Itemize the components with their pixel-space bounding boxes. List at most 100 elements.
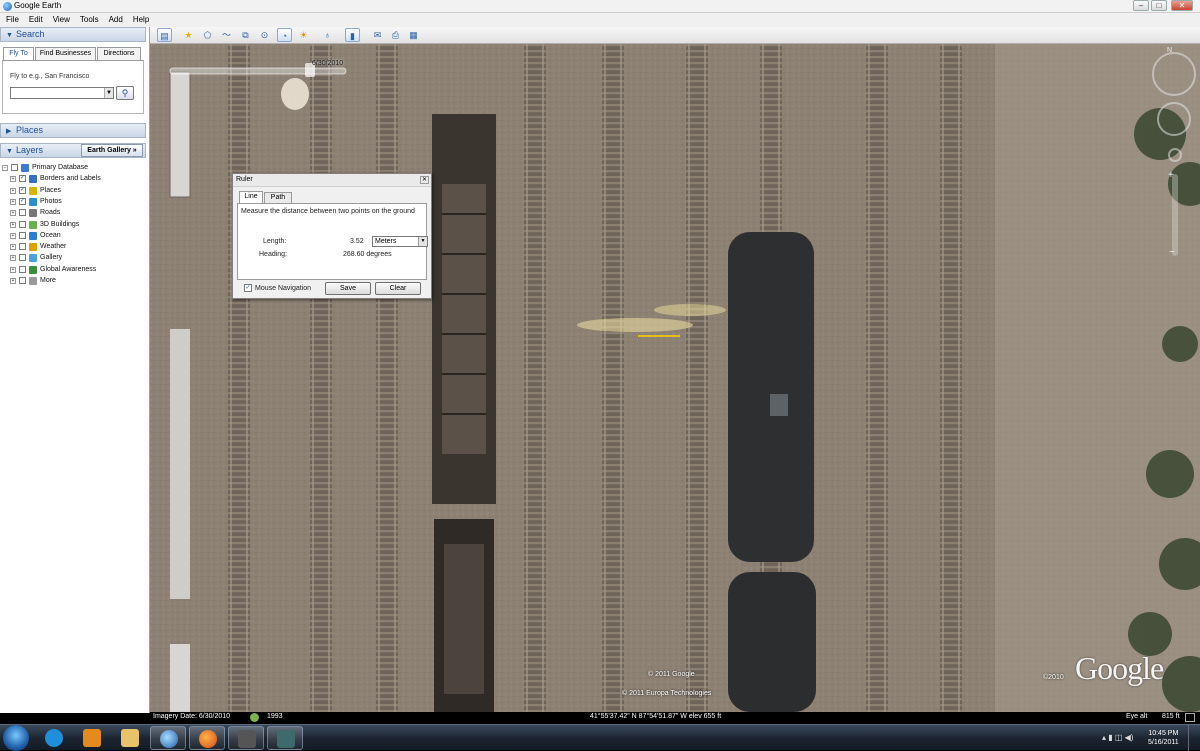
zoom-out-icon[interactable]: − (1169, 247, 1175, 258)
menu-edit[interactable]: Edit (23, 13, 47, 24)
eye-alt-value: 815 ft (1162, 713, 1180, 720)
street-view-pegman-icon[interactable] (1168, 148, 1182, 162)
game-app-icon[interactable] (267, 726, 303, 750)
zoom-in-icon[interactable]: + (1168, 170, 1174, 181)
expand-icon[interactable]: + (10, 187, 16, 194)
layer-label: 3D Buildings (40, 220, 80, 228)
expand-icon[interactable]: + (10, 255, 16, 262)
ruler-instruction: Measure the distance between two points … (241, 208, 415, 215)
menu-view[interactable]: View (47, 13, 74, 24)
tab-directions[interactable]: Directions (97, 47, 141, 60)
layer-checkbox[interactable] (19, 277, 26, 284)
expand-arrow-icon: ▶ (6, 128, 12, 135)
streaming-indicator-icon (1185, 713, 1195, 722)
print-icon[interactable]: ⎙ (388, 28, 403, 42)
file-explorer-icon[interactable] (112, 726, 148, 750)
expand-icon[interactable]: + (10, 232, 16, 239)
minimize-button[interactable]: – (1133, 0, 1149, 11)
sidebar-icon[interactable]: ▤ (157, 28, 172, 42)
start-orb[interactable] (3, 725, 29, 751)
expand-icon[interactable]: + (10, 278, 16, 284)
layer-checkbox[interactable]: ✓ (19, 175, 26, 183)
menu-tools[interactable]: Tools (74, 13, 103, 24)
expand-icon[interactable]: + (10, 198, 16, 205)
planets-icon[interactable]: ♁ (320, 28, 335, 42)
sidebar: ▼ Search Fly To Find Businesses Direction… (0, 27, 150, 713)
ocean-icon (29, 231, 37, 240)
move-joystick[interactable] (1157, 102, 1191, 136)
polygon-icon[interactable]: ⬠ (200, 28, 215, 42)
menu-file[interactable]: File (0, 13, 23, 24)
historical-imagery-icon[interactable] (250, 713, 259, 722)
layer-checkbox[interactable] (19, 231, 26, 239)
look-joystick[interactable] (1152, 52, 1196, 96)
record-tour-icon[interactable]: ⊙ (257, 28, 272, 42)
save-button[interactable]: Save (325, 282, 371, 295)
flag-icon (29, 175, 37, 184)
copyright-google: © 2011 Google (648, 671, 695, 678)
layer-checkbox[interactable]: ✓ (19, 186, 26, 194)
google-logo: Google (1075, 650, 1164, 686)
show-desktop-button[interactable] (1188, 725, 1200, 751)
layer-checkbox[interactable] (19, 265, 26, 273)
unit-select[interactable]: Meters ▼ (372, 236, 428, 247)
firefox-icon[interactable] (189, 726, 225, 750)
search-button[interactable]: ⚲ (116, 86, 134, 100)
internet-explorer-icon[interactable] (36, 726, 72, 750)
close-icon[interactable]: ✕ (420, 176, 429, 184)
camera-app-icon[interactable] (228, 726, 264, 750)
menu-add[interactable]: Add (103, 13, 127, 24)
layer-label: Ocean (40, 231, 61, 239)
chevron-down-icon[interactable]: ▼ (104, 88, 113, 98)
search-panel-header[interactable]: ▼ Search (0, 27, 146, 42)
fly-to-input[interactable] (10, 87, 114, 99)
satellite-imagery (150, 44, 1200, 712)
expand-icon[interactable]: + (10, 244, 16, 251)
collapse-icon[interactable]: − (2, 165, 8, 171)
places-icon (29, 186, 37, 195)
path-icon[interactable]: 〜 (219, 28, 234, 42)
layer-checkbox[interactable] (19, 254, 26, 262)
layer-checkbox[interactable] (19, 220, 26, 228)
view-in-maps-icon[interactable]: ▦ (406, 28, 421, 42)
layer-checkbox[interactable]: ✓ (19, 197, 26, 205)
tray-icons[interactable]: ▴ ▮ ◫ ◀) (1102, 733, 1133, 742)
layer-checkbox[interactable] (19, 243, 26, 251)
search-icon: ⚲ (121, 88, 129, 98)
layer-label: Roads (40, 209, 61, 217)
historical-imagery-icon[interactable]: ◔ (277, 28, 292, 42)
layer-label: Places (40, 186, 62, 194)
expand-icon[interactable]: + (10, 176, 16, 183)
expand-icon[interactable]: + (10, 210, 16, 217)
email-icon[interactable]: ✉ (370, 28, 385, 42)
expand-icon[interactable]: + (10, 221, 16, 228)
places-panel-header[interactable]: ▶ Places (0, 123, 146, 138)
tab-find-businesses[interactable]: Find Businesses (35, 47, 96, 60)
google-earth-icon[interactable] (150, 726, 186, 750)
overlay-icon[interactable]: ⧉ (238, 28, 253, 42)
layer-checkbox[interactable] (19, 209, 26, 217)
zoom-slider[interactable] (1172, 174, 1178, 256)
placemark-icon[interactable]: ★ (181, 28, 196, 42)
ruler-icon[interactable]: ▮ (345, 28, 360, 42)
length-label: Length: (263, 238, 287, 245)
media-player-icon[interactable] (74, 726, 110, 750)
sun-icon[interactable]: ☀ (296, 28, 311, 42)
map-view[interactable]: 6/30/2010 N + − © 2011 Google © 2011 Eur… (150, 44, 1200, 712)
fly-to-hint: Fly to e.g., San Francisco (10, 73, 90, 80)
layer-label: Gallery (40, 254, 63, 262)
clear-button[interactable]: Clear (375, 282, 421, 295)
layer-checkbox[interactable] (11, 164, 18, 171)
time-slider-date: 6/30/2010 (312, 60, 344, 67)
menu-help[interactable]: Help (127, 13, 153, 24)
photos-icon (29, 197, 37, 206)
maximize-button[interactable]: □ (1151, 0, 1167, 11)
gondola-car (432, 114, 496, 712)
earth-gallery-button[interactable]: Earth Gallery » (81, 144, 143, 157)
clock[interactable]: 10:45 PM 5/16/2011 (1148, 729, 1179, 747)
expand-icon[interactable]: + (10, 266, 16, 273)
close-button[interactable]: ✕ (1171, 0, 1193, 11)
status-bar: Imagery Date: 6/30/2010 1993 41°55'37.42… (150, 712, 1200, 724)
tab-fly-to[interactable]: Fly To (3, 47, 34, 60)
mouse-navigation-checkbox[interactable]: ✓ (244, 284, 252, 292)
